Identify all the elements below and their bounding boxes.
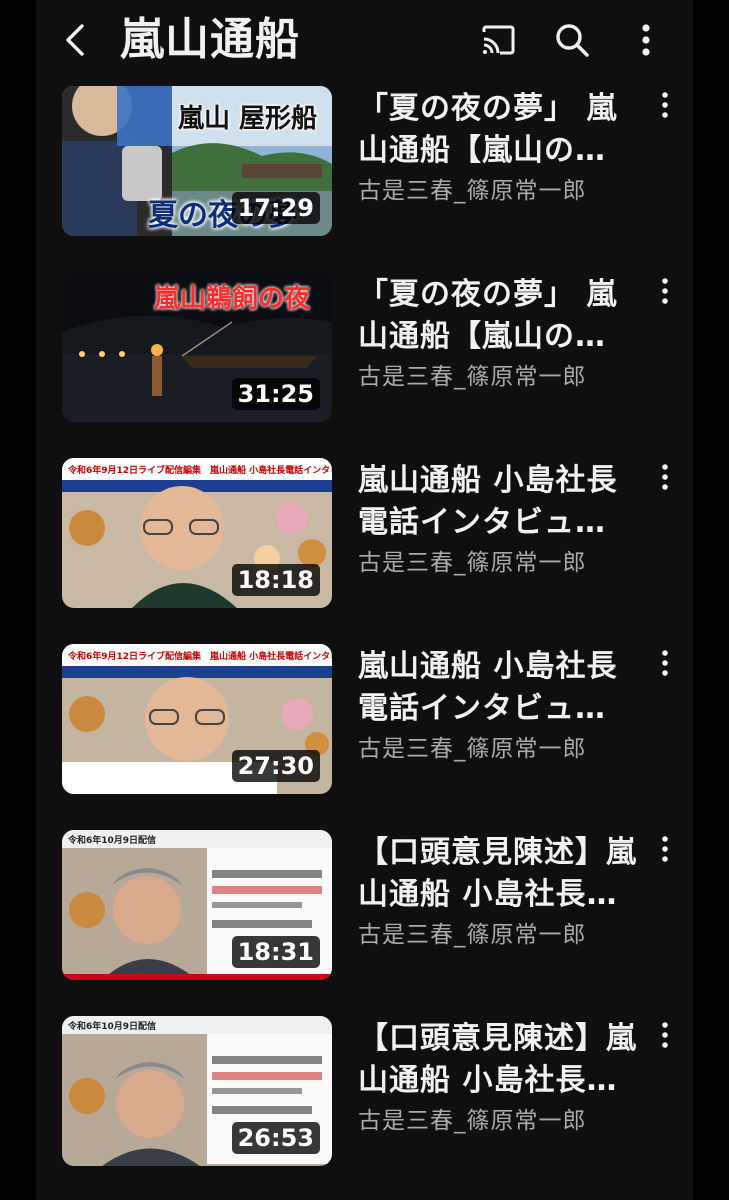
video-title-line: 電話インタビュ…	[358, 691, 606, 726]
video-title-line: 山通船【嵐山の…	[358, 133, 606, 168]
channel-name[interactable]: 古是三春_篠原常一郎	[358, 174, 648, 208]
video-thumbnail[interactable]: 令和6年9月12日ライブ配信編集 嵐山通船 小島社長電話インタビュー ② 27:…	[62, 644, 332, 794]
video-title-line: 【口頭意見陳述】嵐	[358, 1021, 637, 1056]
more-vert-icon	[662, 92, 668, 118]
chevron-left-icon	[66, 24, 84, 56]
video-menu-button[interactable]	[654, 88, 676, 124]
channel-name[interactable]: 古是三春_篠原常一郎	[358, 546, 648, 580]
video-info: 【口頭意見陳述】嵐 山通船 小島社長… 古是三春_篠原常一郎	[358, 832, 648, 952]
video-thumbnail[interactable]: 令和6年10月9日配信 26:53	[62, 1016, 332, 1166]
thumbnail-caption-top: 令和6年10月9日配信	[68, 1022, 157, 1032]
more-vert-icon	[662, 836, 668, 862]
video-menu-button[interactable]	[654, 646, 676, 682]
cast-icon	[482, 25, 515, 55]
video-duration: 17:29	[231, 192, 320, 224]
video-duration: 18:18	[231, 564, 320, 596]
video-title-line: 「夏の夜の夢」 嵐	[358, 277, 618, 312]
video-info: 「夏の夜の夢」 嵐 山通船【嵐山の… 古是三春_篠原常一郎	[358, 274, 648, 394]
video-title-line: 【口頭意見陳述】嵐	[358, 835, 637, 870]
video-item[interactable]: 嵐山鵜飼の夜 31:25 「夏の夜の夢」 嵐 山通船【嵐山の… 古是三春_篠原常…	[36, 270, 693, 456]
video-duration: 31:25	[231, 378, 320, 410]
channel-name[interactable]: 古是三春_篠原常一郎	[358, 732, 648, 766]
more-vert-icon	[662, 464, 668, 490]
channel-name[interactable]: 古是三春_篠原常一郎	[358, 918, 648, 952]
thumbnail-caption-top: 令和6年9月12日ライブ配信編集 嵐山通船 小島社長電話インタビュー ①	[68, 466, 332, 476]
channel-name[interactable]: 古是三春_篠原常一郎	[358, 360, 648, 394]
page-title: 嵐山通船	[120, 14, 300, 65]
back-button[interactable]	[54, 18, 98, 62]
screen: 嵐山通船 嵐山 屋形船 夏の夜の夢 17:29 「夏の夜の夢」 嵐 山通船【嵐山…	[36, 0, 693, 1200]
video-info: 【口頭意見陳述】嵐 山通船 小島社長… 古是三春_篠原常一郎	[358, 1018, 648, 1138]
video-title[interactable]: 嵐山通船 小島社長 電話インタビュ…	[358, 460, 648, 544]
video-thumbnail[interactable]: 令和6年10月9日配信 18:31	[62, 830, 332, 980]
video-thumbnail[interactable]: 嵐山 屋形船 夏の夜の夢 17:29	[62, 86, 332, 236]
video-title-line: 山通船【嵐山の…	[358, 319, 606, 354]
thumbnail-caption-top: 嵐山鵜飼の夜	[154, 284, 311, 314]
video-duration: 26:53	[231, 1122, 320, 1154]
video-title-line: 山通船 小島社長…	[358, 1063, 618, 1098]
search-icon	[556, 24, 589, 57]
video-item[interactable]: 令和6年10月9日配信 26:53 【口頭意見陳述】嵐 山通船 小島社長… 古是…	[36, 1014, 693, 1200]
video-duration: 18:31	[231, 936, 320, 968]
video-info: 嵐山通船 小島社長 電話インタビュ… 古是三春_篠原常一郎	[358, 646, 648, 766]
video-info: 嵐山通船 小島社長 電話インタビュ… 古是三春_篠原常一郎	[358, 460, 648, 580]
video-title[interactable]: 【口頭意見陳述】嵐 山通船 小島社長…	[358, 832, 648, 916]
channel-name[interactable]: 古是三春_篠原常一郎	[358, 1104, 648, 1138]
video-menu-button[interactable]	[654, 274, 676, 310]
thumbnail-caption-top: 令和6年9月12日ライブ配信編集 嵐山通船 小島社長電話インタビュー ②	[68, 652, 332, 662]
video-thumbnail[interactable]: 令和6年9月12日ライブ配信編集 嵐山通船 小島社長電話インタビュー ① 18:…	[62, 458, 332, 608]
app-header: 嵐山通船	[36, 0, 693, 84]
video-title-line: 山通船 小島社長…	[358, 877, 618, 912]
video-title-line: 嵐山通船 小島社長	[358, 463, 618, 498]
video-duration: 27:30	[231, 750, 320, 782]
video-item[interactable]: 嵐山 屋形船 夏の夜の夢 17:29 「夏の夜の夢」 嵐 山通船【嵐山の… 古是…	[36, 84, 693, 270]
video-title-line: 嵐山通船 小島社長	[358, 649, 618, 684]
video-menu-button[interactable]	[654, 460, 676, 496]
more-vert-icon	[642, 24, 650, 56]
video-item[interactable]: 令和6年9月12日ライブ配信編集 嵐山通船 小島社長電話インタビュー ① 18:…	[36, 456, 693, 642]
more-vert-icon	[662, 650, 668, 676]
video-title[interactable]: 「夏の夜の夢」 嵐 山通船【嵐山の…	[358, 88, 648, 172]
more-options-button[interactable]	[628, 20, 664, 60]
video-title[interactable]: 【口頭意見陳述】嵐 山通船 小島社長…	[358, 1018, 648, 1102]
video-item[interactable]: 令和6年10月9日配信 18:31 【口頭意見陳述】嵐 山通船 小島社長… 古是…	[36, 828, 693, 1014]
video-title[interactable]: 「夏の夜の夢」 嵐 山通船【嵐山の…	[358, 274, 648, 358]
more-vert-icon	[662, 1022, 668, 1048]
video-list: 嵐山 屋形船 夏の夜の夢 17:29 「夏の夜の夢」 嵐 山通船【嵐山の… 古是…	[36, 84, 693, 1200]
cast-button[interactable]	[478, 20, 518, 60]
video-thumbnail[interactable]: 嵐山鵜飼の夜 31:25	[62, 272, 332, 422]
video-title[interactable]: 嵐山通船 小島社長 電話インタビュ…	[358, 646, 648, 730]
video-title-line: 電話インタビュ…	[358, 505, 606, 540]
thumbnail-caption-top: 令和6年10月9日配信	[68, 836, 157, 846]
video-info: 「夏の夜の夢」 嵐 山通船【嵐山の… 古是三春_篠原常一郎	[358, 88, 648, 208]
video-menu-button[interactable]	[654, 1018, 676, 1054]
left-border	[0, 0, 36, 1200]
right-border	[693, 0, 729, 1200]
search-button[interactable]	[552, 20, 592, 60]
more-vert-icon	[662, 278, 668, 304]
video-item[interactable]: 令和6年9月12日ライブ配信編集 嵐山通船 小島社長電話インタビュー ② 27:…	[36, 642, 693, 828]
thumbnail-caption-top: 嵐山 屋形船	[178, 104, 318, 134]
video-menu-button[interactable]	[654, 832, 676, 868]
video-title-line: 「夏の夜の夢」 嵐	[358, 91, 618, 126]
